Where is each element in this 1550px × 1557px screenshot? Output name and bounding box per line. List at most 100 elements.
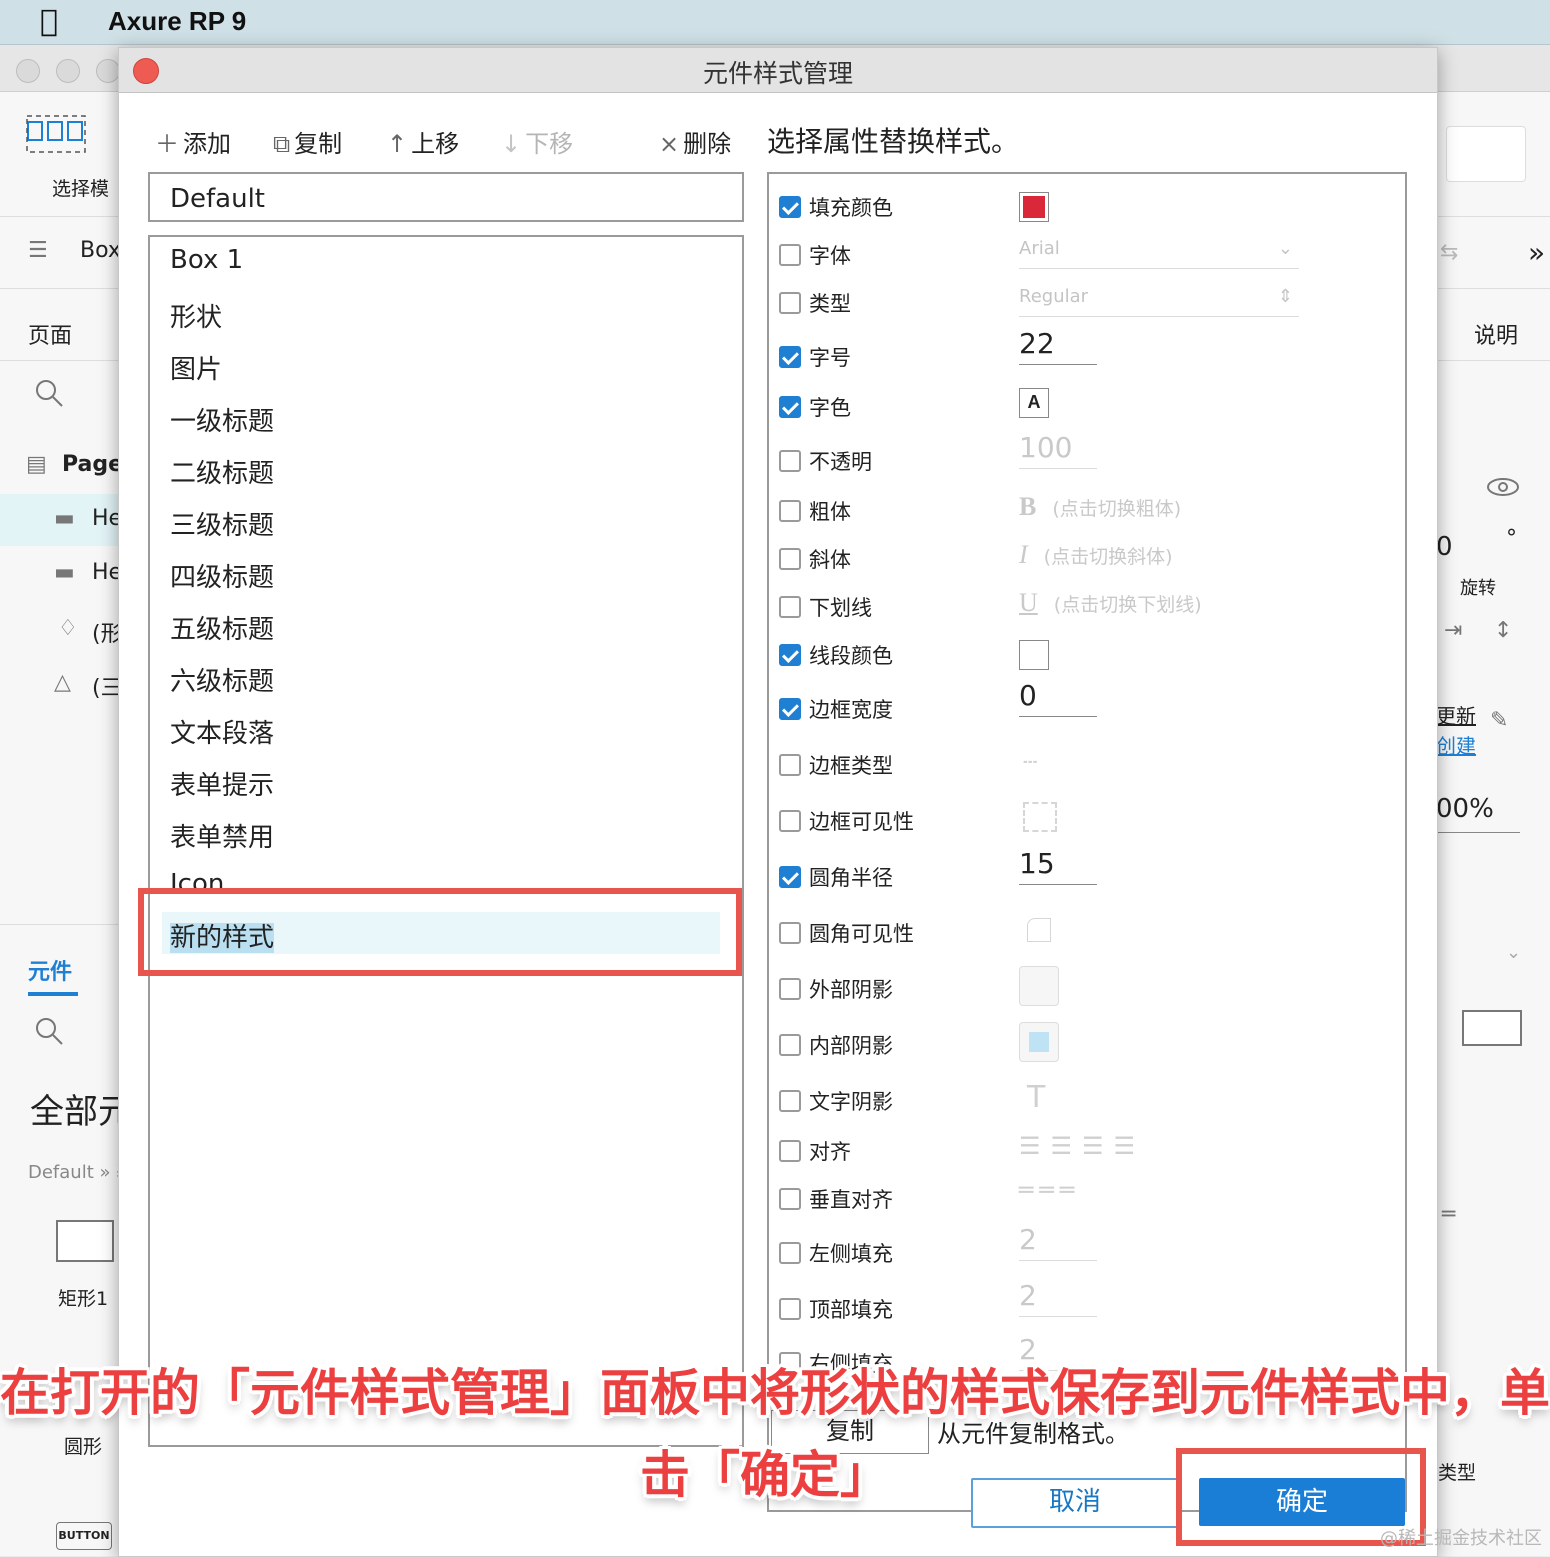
valign-checkbox[interactable] <box>779 1188 801 1210</box>
font-color-checkbox[interactable] <box>779 396 801 418</box>
align-checkbox[interactable] <box>779 1140 801 1162</box>
bold-toggle[interactable]: B (点击切换粗体) <box>1019 492 1181 522</box>
vertical-align-icons[interactable]: ═══ <box>1019 1176 1080 1204</box>
corner-visibility-checkbox[interactable] <box>779 922 801 944</box>
border-width-checkbox[interactable] <box>779 698 801 720</box>
fit-width-icon[interactable]: ⇥ <box>1444 618 1462 643</box>
corner-radius-checkbox[interactable] <box>779 866 801 888</box>
padding-left-input[interactable]: 2 <box>1019 1222 1097 1261</box>
chevron-updown-icon: ⇕ <box>1277 286 1293 307</box>
chevron-down-icon[interactable]: ⌄ <box>1506 942 1521 963</box>
line-color-checkbox[interactable] <box>779 644 801 666</box>
right-sidebar: ⇆ » 说明 0 ° 旋转 ⇥ ↕ 更新 创建 ✎ 00% ⌄ ═ 类型 <box>1436 92 1550 1556</box>
style-list-item[interactable]: 三级标题 <box>170 505 274 542</box>
style-list-item[interactable]: 文本段落 <box>170 713 274 750</box>
corner-radius-input[interactable]: 15 <box>1019 846 1097 885</box>
style-list-item[interactable]: 六级标题 <box>170 661 274 698</box>
window-zoom-icon[interactable] <box>96 59 120 83</box>
pages-panel-title: 页面 <box>28 324 73 349</box>
fill-color-swatch[interactable] <box>1019 192 1049 222</box>
highlight-new-style <box>138 888 742 976</box>
border-width-input[interactable]: 0 <box>1019 678 1097 717</box>
underline-toggle[interactable]: U (点击切换下划线) <box>1019 588 1202 618</box>
delete-style-button[interactable]: × 删除 <box>659 124 731 159</box>
bold-checkbox[interactable] <box>779 500 801 522</box>
align-icon[interactable]: ═ <box>1442 1202 1455 1227</box>
style-list-item[interactable]: 形状 <box>170 297 222 334</box>
underline-icon: U <box>1019 588 1038 617</box>
copy-style-button[interactable]: ⧉ 复制 <box>273 124 342 159</box>
style-list-item[interactable]: 图片 <box>170 349 222 386</box>
border-type-checkbox[interactable] <box>779 754 801 776</box>
outer-shadow-checkbox[interactable] <box>779 978 801 1000</box>
inner-shadow-icon[interactable] <box>1019 1022 1059 1062</box>
border-visibility-icon[interactable] <box>1023 802 1057 832</box>
italic-toggle[interactable]: I (点击切换斜体) <box>1019 540 1173 570</box>
search-icon[interactable] <box>34 1016 64 1046</box>
font-select[interactable]: Arial ⌄ <box>1019 238 1299 269</box>
fill-color-checkbox[interactable] <box>779 196 801 218</box>
update-style-link[interactable]: 更新 <box>1436 700 1476 729</box>
move-up-button[interactable]: ↑ 上移 <box>387 124 459 159</box>
page-root[interactable]: Page <box>62 452 123 477</box>
text-shadow-checkbox[interactable] <box>779 1090 801 1112</box>
rectangle-widget-icon[interactable] <box>56 1220 114 1262</box>
dialog-titlebar: 元件样式管理 <box>119 48 1437 93</box>
style-list-item[interactable]: 四级标题 <box>170 557 274 594</box>
window-minimize-icon[interactable] <box>56 59 80 83</box>
select-mode-icon[interactable] <box>26 114 88 156</box>
widget-style-manager-dialog: 元件样式管理 ＋添加 ⧉ 复制 ↑ 上移 ↓ 下移 × 删除 Default Box 1… <box>118 47 1438 1557</box>
text-shadow-icon[interactable]: T <box>1027 1080 1045 1115</box>
italic-checkbox[interactable] <box>779 548 801 570</box>
font-size-checkbox[interactable] <box>779 346 801 368</box>
property-panel: 填充颜色 字体 Arial ⌄ 类型 Regular ⇕ 字号 22 字色 A 不透… <box>767 172 1407 1512</box>
create-style-link[interactable]: 创建 <box>1436 730 1476 759</box>
collapse-panel-icon[interactable]: » <box>1528 236 1545 269</box>
dashed-line-icon[interactable]: ┄ <box>1023 748 1037 776</box>
opacity-input[interactable]: 100 <box>1019 430 1097 469</box>
button-widget-icon[interactable]: BUTTON <box>56 1522 112 1550</box>
library-dropdown[interactable]: 全部元 <box>30 1084 132 1133</box>
fit-height-icon[interactable]: ↕ <box>1494 618 1512 643</box>
window-close-icon[interactable] <box>16 59 40 83</box>
font-checkbox[interactable] <box>779 244 801 266</box>
rectangle-widget-label: 矩形1 <box>58 1288 109 1310</box>
add-style-button[interactable]: ＋添加 <box>155 124 231 159</box>
style-list-item[interactable]: 二级标题 <box>170 453 274 490</box>
font-color-picker[interactable]: A <box>1019 388 1049 418</box>
style-list-item[interactable]: 表单提示 <box>170 765 274 802</box>
text-align-icons[interactable]: ☰☰☰☰ <box>1019 1132 1145 1160</box>
eye-icon[interactable] <box>1486 476 1520 498</box>
notes-panel-title[interactable]: 说明 <box>1474 318 1518 350</box>
style-list-item[interactable]: 五级标题 <box>170 609 274 646</box>
inner-shadow-checkbox[interactable] <box>779 1034 801 1056</box>
rotate-value[interactable]: 0 <box>1436 532 1453 562</box>
border-visibility-checkbox[interactable] <box>779 810 801 832</box>
padding-top-checkbox[interactable] <box>779 1298 801 1320</box>
move-down-button[interactable]: ↓ 下移 <box>501 124 573 159</box>
outer-shadow-icon[interactable] <box>1019 966 1059 1006</box>
line-color-swatch[interactable] <box>1019 640 1049 670</box>
search-icon[interactable] <box>34 378 64 408</box>
font-type-select[interactable]: Regular ⇕ <box>1019 286 1299 317</box>
caption-line-1: 在打开的「元件样式管理」面板中将形状的样式保存到元件样式中，单 <box>0 1364 1550 1422</box>
menu-bar:  Axure RP 9 <box>0 0 1550 45</box>
default-style-item[interactable]: Default <box>148 172 744 222</box>
style-list-item[interactable]: Box 1 <box>170 245 243 275</box>
app-menu-title[interactable]: Axure RP 9 <box>108 6 246 37</box>
edit-style-icon[interactable]: ✎ <box>1490 708 1508 733</box>
apple-icon[interactable]:  <box>40 4 58 39</box>
font-type-checkbox[interactable] <box>779 292 801 314</box>
font-size-input[interactable]: 22 <box>1019 326 1097 365</box>
widgets-tab[interactable]: 元件 <box>28 954 72 986</box>
style-list-item[interactable]: 一级标题 <box>170 401 274 438</box>
padding-left-checkbox[interactable] <box>779 1242 801 1264</box>
corner-visibility-icon[interactable] <box>1027 918 1051 942</box>
padding-top-input[interactable]: 2 <box>1019 1278 1097 1317</box>
swap-icon[interactable]: ⇆ <box>1440 240 1458 265</box>
opacity-checkbox[interactable] <box>779 450 801 472</box>
search-box[interactable] <box>1446 126 1526 182</box>
underline-checkbox[interactable] <box>779 596 801 618</box>
opacity-value[interactable]: 00% <box>1436 794 1494 824</box>
style-list-item[interactable]: 表单禁用 <box>170 817 274 854</box>
